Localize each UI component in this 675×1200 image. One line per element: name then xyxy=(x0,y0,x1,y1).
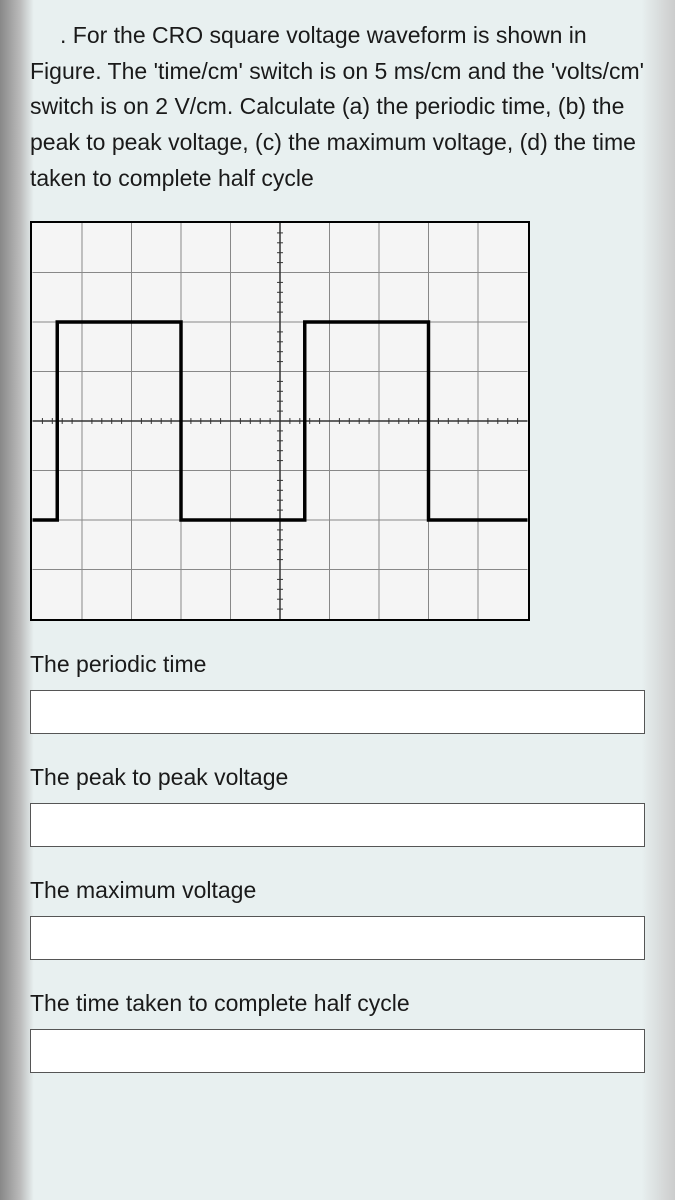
peak-to-peak-label: The peak to peak voltage xyxy=(30,764,645,791)
max-voltage-label: The maximum voltage xyxy=(30,877,645,904)
peak-to-peak-input[interactable] xyxy=(30,803,645,847)
question-text: . For the CRO square voltage waveform is… xyxy=(30,18,645,196)
half-cycle-label: The time taken to complete half cycle xyxy=(30,990,645,1017)
max-voltage-input[interactable] xyxy=(30,916,645,960)
waveform-svg xyxy=(30,221,530,621)
oscilloscope-chart xyxy=(30,221,645,621)
periodic-time-input[interactable] xyxy=(30,690,645,734)
periodic-time-label: The periodic time xyxy=(30,651,645,678)
half-cycle-input[interactable] xyxy=(30,1029,645,1073)
